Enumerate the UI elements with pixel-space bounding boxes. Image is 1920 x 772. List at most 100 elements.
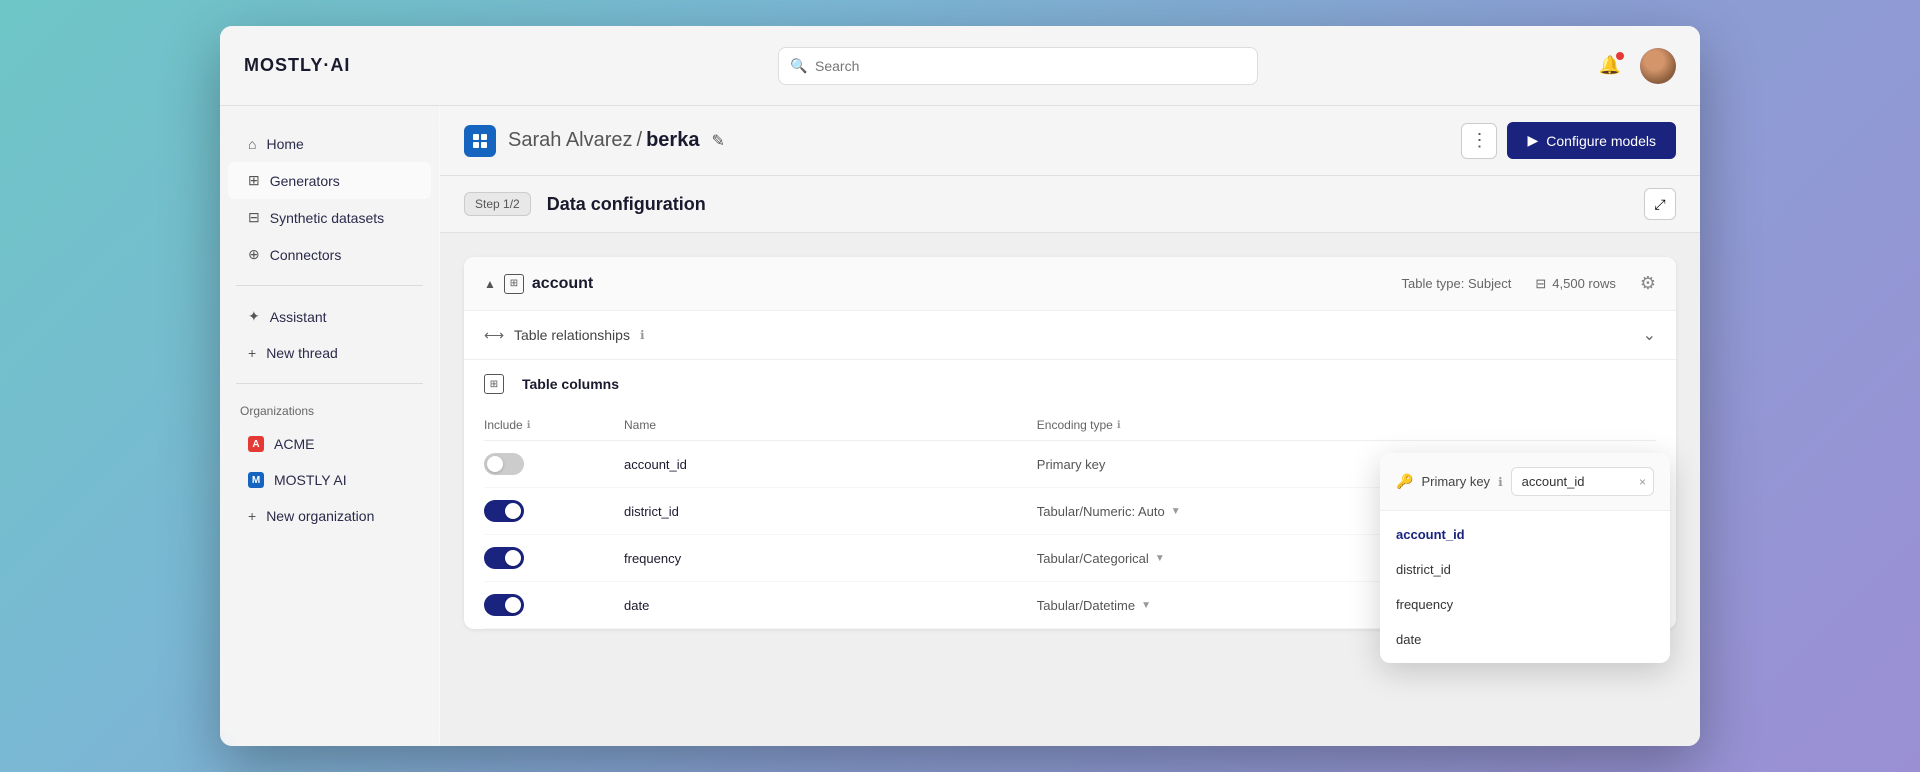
primary-key-label: Primary key xyxy=(1421,474,1490,489)
collapse-button[interactable]: ▲ xyxy=(484,277,496,291)
toggle-cell-account-id xyxy=(484,453,624,475)
table-rows: ⊟ 4,500 rows xyxy=(1535,276,1616,292)
sidebar-label-acme: ACME xyxy=(274,436,314,452)
encoding-chevron-district-id[interactable]: ▼ xyxy=(1171,506,1181,517)
sidebar-item-generators[interactable]: ⊞ Generators xyxy=(228,162,431,199)
breadcrumb-user: Sarah Alvarez xyxy=(508,129,633,152)
acme-dot: A xyxy=(248,436,264,452)
table-name: account xyxy=(532,275,593,293)
col-header-name: Name xyxy=(624,418,1037,432)
pk-info-icon[interactable]: ℹ xyxy=(1498,475,1503,489)
dropdown-options: account_id district_id frequency date xyxy=(1380,511,1670,663)
columns-label: Table columns xyxy=(522,376,619,392)
table-header-row: Include ℹ Name Encoding type ℹ xyxy=(484,410,1656,441)
header-actions: 🔔 xyxy=(1592,48,1676,84)
relationships-icon: ⟷ xyxy=(484,325,504,345)
app-header: MOSTLY·AI 🔍 🔔 xyxy=(220,26,1700,106)
dataset-icon xyxy=(464,125,496,157)
sidebar-item-home[interactable]: ⌂ Home xyxy=(228,126,431,162)
encoding-chevron-date[interactable]: ▼ xyxy=(1141,600,1151,611)
sidebar-item-acme[interactable]: A ACME xyxy=(228,426,431,462)
configure-label: Configure models xyxy=(1546,133,1656,149)
notification-button[interactable]: 🔔 xyxy=(1592,48,1628,84)
toggle-cell-frequency xyxy=(484,547,624,569)
table-name-icon: ⊞ xyxy=(504,274,524,294)
search-icon: 🔍 xyxy=(790,57,807,74)
search-wrapper: 🔍 xyxy=(778,47,1258,85)
content-header: Sarah Alvarez / berka ✎ ⋮ ▶ Configure mo… xyxy=(440,106,1700,176)
notification-dot xyxy=(1616,52,1624,60)
sidebar-item-connectors[interactable]: ⊕ Connectors xyxy=(228,236,431,273)
relationships-chevron: ⌄ xyxy=(1643,325,1656,345)
sidebar-label-generators: Generators xyxy=(270,173,340,189)
app-window: MOSTLY·AI 🔍 🔔 ⌂ Home ⊞ xyxy=(220,26,1700,746)
assistant-icon: ✦ xyxy=(248,308,260,325)
col-header-include: Include ℹ xyxy=(484,418,624,432)
avatar[interactable] xyxy=(1640,48,1676,84)
name-cell-account-id: account_id xyxy=(624,457,1037,472)
primary-key-dropdown: 🔑 Primary key ℹ × account_id district_id… xyxy=(1380,453,1670,663)
sidebar-label-connectors: Connectors xyxy=(270,247,342,263)
relationships-info-icon[interactable]: ℹ xyxy=(640,328,645,342)
plus-thread-icon: + xyxy=(248,345,256,361)
edit-icon[interactable]: ✎ xyxy=(711,131,724,151)
encoding-text-frequency: Tabular/Categorical xyxy=(1037,551,1149,566)
col-header-encoding: Encoding type ℹ xyxy=(1037,418,1656,432)
dropdown-option-account-id[interactable]: account_id xyxy=(1380,517,1670,552)
organizations-label: Organizations xyxy=(220,396,439,426)
sidebar-item-assistant[interactable]: ✦ Assistant xyxy=(228,298,431,335)
encoding-info-icon: ℹ xyxy=(1117,420,1121,431)
sidebar-label-assistant: Assistant xyxy=(270,309,327,325)
rows-icon: ⊟ xyxy=(1535,276,1546,292)
dropdown-header: 🔑 Primary key ℹ × xyxy=(1380,453,1670,511)
header-actions-right: ⋮ ▶ Configure models xyxy=(1461,122,1676,159)
toggle-cell-district-id xyxy=(484,500,624,522)
configure-models-button[interactable]: ▶ Configure models xyxy=(1507,122,1676,159)
encoding-chevron-frequency[interactable]: ▼ xyxy=(1155,553,1165,564)
table-settings-icon[interactable]: ⚙ xyxy=(1640,273,1656,294)
expand-button[interactable]: ⤢ xyxy=(1644,188,1676,220)
sidebar-item-new-org[interactable]: + New organization xyxy=(228,498,431,534)
home-icon: ⌂ xyxy=(248,136,256,152)
generators-icon: ⊞ xyxy=(248,172,260,189)
toggle-district-id[interactable] xyxy=(484,500,524,522)
app-logo: MOSTLY·AI xyxy=(244,55,444,76)
mostly-ai-dot: M xyxy=(248,472,264,488)
include-info-icon: ℹ xyxy=(527,420,531,431)
pk-clear-icon[interactable]: × xyxy=(1639,475,1646,489)
sidebar-label-new-org: New organization xyxy=(266,508,374,524)
sidebar-item-new-thread[interactable]: + New thread xyxy=(228,335,431,371)
sidebar-item-mostly-ai[interactable]: M MOSTLY AI xyxy=(228,462,431,498)
toggle-date[interactable] xyxy=(484,594,524,616)
step-title: Data configuration xyxy=(547,194,706,215)
dropdown-option-date[interactable]: date xyxy=(1380,622,1670,657)
sidebar-item-synthetic-datasets[interactable]: ⊟ Synthetic datasets xyxy=(228,199,431,236)
encoding-text-district-id: Tabular/Numeric: Auto xyxy=(1037,504,1165,519)
toggle-knob-frequency xyxy=(505,550,521,566)
name-cell-date: date xyxy=(624,598,1037,613)
relationships-section[interactable]: ⟷ Table relationships ℹ ⌄ xyxy=(464,311,1676,360)
toggle-frequency[interactable] xyxy=(484,547,524,569)
columns-header: ⊞ Table columns xyxy=(484,374,1656,394)
include-header-text: Include xyxy=(484,418,523,432)
name-cell-district-id: district_id xyxy=(624,504,1037,519)
menu-button[interactable]: ⋮ xyxy=(1461,123,1497,159)
plus-org-icon: + xyxy=(248,508,256,524)
pk-search-input[interactable] xyxy=(1511,467,1654,496)
relationships-label: Table relationships xyxy=(514,327,630,343)
dropdown-option-district-id[interactable]: district_id xyxy=(1380,552,1670,587)
toggle-account-id[interactable] xyxy=(484,453,524,475)
play-icon: ▶ xyxy=(1527,132,1538,149)
toggle-cell-date xyxy=(484,594,624,616)
breadcrumb: Sarah Alvarez / berka ✎ xyxy=(464,125,725,157)
search-input[interactable] xyxy=(778,47,1258,85)
toggle-knob-district-id xyxy=(505,503,521,519)
breadcrumb-project: berka xyxy=(646,129,699,152)
dropdown-option-frequency[interactable]: frequency xyxy=(1380,587,1670,622)
encoding-header-text: Encoding type xyxy=(1037,418,1113,432)
breadcrumb-sep: / xyxy=(637,129,643,152)
datasets-icon: ⊟ xyxy=(248,209,260,226)
sidebar: ⌂ Home ⊞ Generators ⊟ Synthetic datasets… xyxy=(220,106,440,746)
name-cell-frequency: frequency xyxy=(624,551,1037,566)
sidebar-label-home: Home xyxy=(266,136,303,152)
